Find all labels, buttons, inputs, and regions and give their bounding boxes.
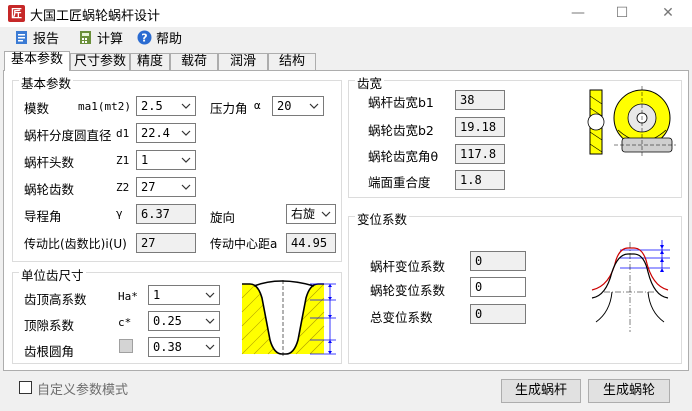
tooth-width-title: 齿宽 — [355, 73, 385, 92]
wheel-teeth-label: 蜗轮齿数 — [24, 182, 75, 197]
clearance-label: 顶隙系数 — [24, 318, 75, 333]
shift-profile-diagram — [591, 240, 670, 332]
total-shift-field: 0 — [470, 304, 526, 324]
menu-help[interactable]: ? 帮助 — [137, 30, 182, 48]
addendum-select[interactable]: 1 — [148, 285, 220, 305]
menu-report-label: 报告 — [33, 32, 60, 47]
menu-calc[interactable]: 计算 — [78, 30, 123, 48]
maximize-icon[interactable]: ☐ — [600, 2, 644, 24]
hand-select[interactable]: 右旋 — [286, 204, 336, 224]
wheel-teeth-select[interactable]: 27 — [136, 177, 196, 197]
tab-dimensions[interactable]: 尺寸参数 — [70, 53, 130, 70]
custom-mode-checkbox[interactable] — [19, 381, 32, 394]
worm-diameter-select[interactable]: 22.4 — [136, 123, 196, 143]
menu-calc-label: 计算 — [97, 32, 124, 47]
chevron-down-icon — [309, 103, 319, 109]
window-title: 大国工匠蜗轮蜗杆设计 — [30, 9, 161, 24]
tab-basic[interactable]: 基本参数 — [4, 51, 70, 71]
module-select[interactable]: 2.5 — [136, 96, 196, 116]
wheel-shift-label[interactable]: 蜗轮变位系数 — [370, 280, 445, 299]
worm-width-label: 蜗杆齿宽b1 — [368, 95, 434, 110]
wheel-teeth-symbol: Z2 — [116, 181, 130, 194]
addendum-label: 齿顶高系数 — [24, 292, 87, 307]
ratio-label: 传动比(齿数比)i(U) — [24, 237, 127, 251]
chevron-down-icon — [181, 184, 191, 190]
center-distance-field: 44.95 — [286, 233, 336, 253]
tab-load[interactable]: 载荷 — [170, 53, 218, 70]
worm-shift-label: 蜗杆变位系数 — [370, 259, 446, 274]
lead-angle-label: 导程角 — [24, 209, 62, 224]
wheel-width-angle-field: 117.8 — [455, 144, 505, 164]
ratio-field: 27 — [136, 233, 196, 253]
menu-help-label: 帮助 — [156, 32, 183, 47]
chevron-down-icon — [205, 318, 215, 324]
contact-ratio-label: 端面重合度 — [368, 175, 431, 190]
worm-shift-field: 0 — [470, 251, 526, 271]
generate-wheel-button[interactable]: 生成蜗轮 — [588, 379, 670, 403]
pressure-angle-symbol: α — [254, 99, 261, 112]
wheel-width-field: 19.18 — [455, 117, 505, 137]
tab-lubrication[interactable]: 润滑 — [218, 53, 268, 70]
chevron-down-icon — [321, 211, 331, 217]
worm-starts-label: 蜗杆头数 — [24, 155, 75, 170]
center-distance-label: 传动中心距a — [210, 237, 278, 251]
worm-gear-width-diagram — [587, 86, 676, 156]
pressure-angle-select[interactable]: 20 — [272, 96, 324, 116]
calculator-icon — [80, 31, 91, 44]
hand-label: 旋向 — [210, 210, 236, 225]
module-symbol: ma1(mt2) — [78, 100, 131, 113]
lead-angle-symbol: γ — [116, 207, 123, 220]
help-icon: ? — [137, 30, 152, 45]
worm-starts-symbol: Z1 — [116, 154, 130, 167]
chevron-down-icon — [181, 157, 191, 163]
clearance-select[interactable]: 0.25 — [148, 311, 220, 331]
unit-tooth-title: 单位齿尺寸 — [19, 265, 86, 284]
app-icon: 匠 — [8, 5, 25, 22]
worm-diameter-symbol: d1 — [116, 127, 130, 140]
total-shift-label: 总变位系数 — [370, 310, 433, 325]
pressure-angle-label: 压力角 — [210, 101, 248, 116]
minimize-icon[interactable]: — — [556, 2, 600, 24]
tab-structure[interactable]: 结构 — [268, 53, 316, 70]
chevron-down-icon — [205, 344, 215, 350]
lead-angle-field: 6.37 — [136, 204, 196, 224]
root-fillet-select[interactable]: 0.38 — [148, 337, 220, 357]
custom-mode-label[interactable]: 自定义参数模式 — [37, 379, 128, 398]
shift-coefficient-title: 变位系数 — [355, 209, 410, 228]
addendum-symbol: Ha* — [118, 290, 138, 303]
tooth-profile-diagram — [241, 280, 336, 356]
root-fillet-label: 齿根圆角 — [24, 344, 75, 359]
basic-params-title: 基本参数 — [19, 73, 74, 92]
wheel-width-label: 蜗轮齿宽b2 — [368, 123, 434, 138]
close-icon[interactable]: ✕ — [646, 2, 690, 24]
chevron-down-icon — [181, 103, 191, 109]
report-icon — [16, 31, 27, 44]
svg-text:?: ? — [141, 32, 147, 45]
contact-ratio-field: 1.8 — [455, 170, 505, 190]
chevron-down-icon — [205, 292, 215, 298]
module-label: 模数 — [24, 101, 50, 116]
root-fillet-color-swatch[interactable] — [119, 339, 133, 353]
chevron-down-icon — [181, 130, 191, 136]
clearance-symbol: c* — [118, 316, 132, 329]
worm-starts-select[interactable]: 1 — [136, 150, 196, 170]
worm-width-field: 38 — [455, 90, 505, 110]
wheel-shift-input[interactable]: 0 — [470, 277, 526, 297]
tab-precision[interactable]: 精度 — [130, 53, 170, 70]
menu-report[interactable]: 报告 — [14, 30, 59, 48]
wheel-width-angle-label: 蜗轮齿宽角θ — [368, 149, 439, 164]
worm-diameter-label: 蜗杆分度圆直径 — [24, 128, 112, 143]
generate-worm-button[interactable]: 生成蜗杆 — [501, 379, 581, 403]
